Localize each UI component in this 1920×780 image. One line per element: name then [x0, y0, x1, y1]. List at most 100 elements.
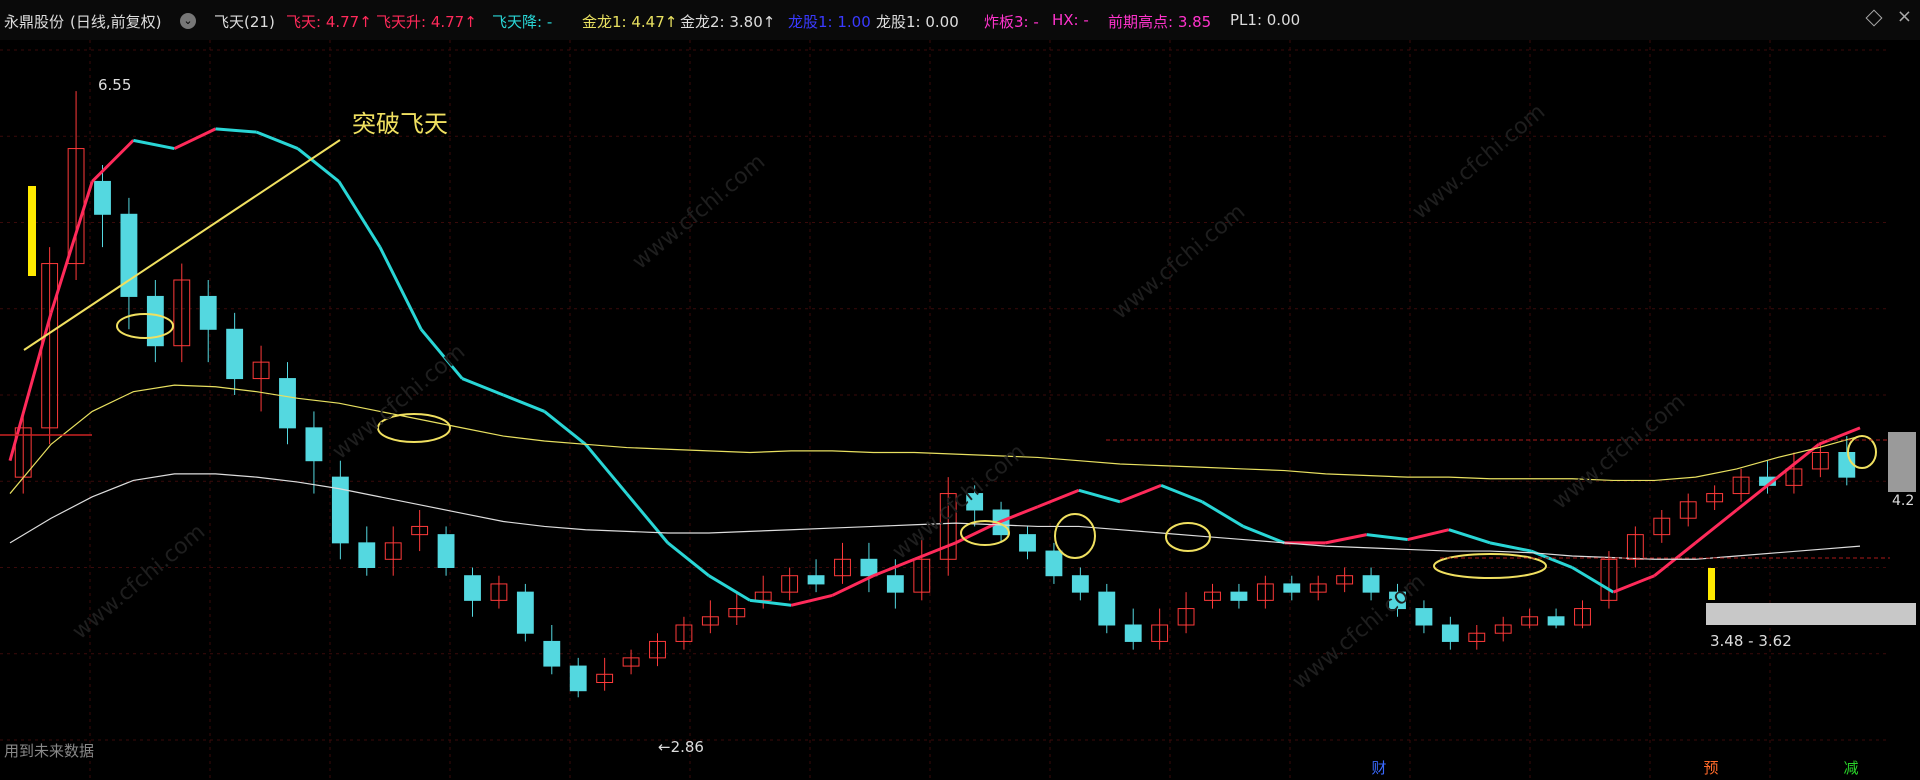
indicator-value-4: 金龙2: 3.80↑ [680, 13, 776, 31]
candle-body[interactable] [1441, 624, 1459, 642]
future-data-note: 用到未来数据 [4, 742, 95, 760]
event-flag-1[interactable]: 预 [1700, 757, 1722, 779]
last-price-label: 4.2 [1892, 493, 1914, 509]
price-tag-box [1888, 432, 1916, 492]
signal-marker [1708, 568, 1715, 600]
candle-body[interactable] [1098, 591, 1116, 626]
candle-body[interactable] [886, 575, 904, 593]
range-label: 3.48 - 3.62 [1710, 632, 1792, 650]
chevron-down-icon[interactable]: ⌄ [180, 13, 196, 29]
indicator-value-1: 飞天升: 4.77↑ [376, 13, 477, 31]
feitian-line-segment [1037, 488, 1080, 509]
feitian-line-segment [91, 139, 135, 183]
event-flag-0[interactable]: 财 [1368, 757, 1390, 779]
indicator-value-10: PL1: 0.00 [1230, 11, 1301, 29]
indicator-value-7: 炸板3: - [984, 13, 1039, 31]
feitian-line-segment [502, 393, 546, 413]
candle-body[interactable] [1019, 534, 1036, 552]
feitian-line-segment [1612, 574, 1656, 594]
event-flag-2[interactable]: 减 [1840, 757, 1862, 779]
feitian-line-segment [1119, 483, 1162, 504]
watermark-text: www.cfchi.com [1288, 569, 1430, 694]
range-box [1706, 603, 1916, 625]
stock-name[interactable]: 永鼎股份 [4, 11, 64, 32]
feitian-line-segment [461, 377, 504, 397]
feitian-line-segment [1448, 528, 1491, 545]
feitian-line-segment [872, 557, 916, 578]
feitian-line-segment [1325, 533, 1367, 545]
indicator-value-8: HX: - [1052, 11, 1089, 29]
feitian-line-segment [708, 574, 751, 602]
indicator-name[interactable]: 飞天(21) [214, 11, 275, 32]
candle-body[interactable] [807, 575, 825, 585]
watermark-text: www.cfchi.com [628, 149, 770, 274]
feitian-line-segment [666, 541, 710, 577]
feitian-line-segment [1489, 541, 1532, 553]
feitian-line-segment [133, 138, 175, 151]
feitian-line-segment [1201, 500, 1245, 528]
feitian-line-segment [831, 574, 874, 597]
close-icon[interactable]: × [1897, 6, 1912, 27]
watermark-text: www.cfchi.com [68, 519, 210, 644]
feitian-line-segment [790, 593, 833, 607]
feitian-line-segment [1407, 528, 1450, 542]
candle-body[interactable] [1045, 550, 1063, 577]
candle-body[interactable] [437, 534, 455, 568]
indicator-value-2: 飞天降: - [492, 13, 553, 31]
signal-marker [28, 186, 36, 276]
candle-body[interactable] [358, 542, 376, 569]
feitian-line-segment [215, 127, 257, 134]
candle-body[interactable] [1071, 575, 1089, 593]
candle-body[interactable] [569, 665, 587, 692]
candle-body[interactable] [226, 328, 244, 380]
candle-body[interactable] [1547, 616, 1565, 626]
feitian-line-segment [1366, 533, 1408, 542]
feitian-line-segment [1078, 488, 1121, 504]
feitian-line-segment [1160, 483, 1203, 504]
candle-body[interactable] [464, 575, 481, 601]
feitian-line-segment [543, 410, 587, 446]
feitian-line-segment [749, 598, 792, 607]
highlight-ellipse [116, 313, 174, 339]
period-label[interactable]: (日线,前复权) [70, 11, 161, 32]
feitian-line-segment [256, 130, 299, 150]
candle-body[interactable] [1124, 624, 1142, 642]
feitian-line-segment [337, 180, 382, 248]
candle-body[interactable] [305, 427, 323, 462]
watermark-text: www.cfchi.com [1108, 199, 1250, 324]
candle-body[interactable] [543, 640, 561, 667]
candlestick-chart[interactable]: 突破飞天 6.55 ←2.86 3.48 - 3.62 4.2 www.cfchi.com… [0, 40, 1920, 780]
candle-body[interactable] [516, 591, 534, 634]
candle-body[interactable] [94, 180, 111, 215]
watermark-text: www.cfchi.com [888, 439, 1030, 564]
feitian-line-segment [625, 492, 669, 544]
indicator-value-5: 龙股1: 1.00 [788, 13, 871, 31]
diamond-icon[interactable] [1865, 9, 1883, 27]
breakout-label: 突破飞天 [352, 110, 448, 138]
indicator-value-3: 金龙1: 4.47↑ [582, 13, 678, 31]
candle-body[interactable] [1230, 591, 1248, 601]
candle-body[interactable] [199, 295, 217, 330]
indicator-value-0: 飞天: 4.77↑ [286, 13, 372, 31]
candle-body[interactable] [1415, 608, 1433, 626]
candle-body[interactable] [331, 476, 349, 544]
feitian-line-segment [584, 443, 628, 495]
low-price-label: ←2.86 [658, 738, 704, 756]
indicator-value-9: 前期高点: 3.85 [1108, 13, 1212, 31]
high-price-label: 6.55 [98, 76, 131, 94]
watermark-text: www.cfchi.com [1408, 99, 1550, 224]
candle-body[interactable] [860, 558, 878, 577]
candle-body[interactable] [279, 378, 296, 429]
watermark-text: www.cfchi.com [328, 339, 470, 464]
feitian-line-segment [378, 246, 423, 330]
feitian-line-segment [173, 127, 217, 150]
feitian-line-segment [1694, 508, 1738, 545]
candle-body[interactable] [1362, 575, 1380, 593]
candle-body[interactable] [1283, 583, 1301, 593]
feitian-line-segment [1571, 566, 1615, 594]
indicator-value-6: 龙股1: 0.00 [876, 13, 959, 31]
feitian-line-segment [49, 180, 94, 314]
highlight-ellipse [1165, 522, 1211, 552]
highlight-ellipse [1054, 513, 1096, 559]
highlight-ellipse [1847, 435, 1877, 469]
